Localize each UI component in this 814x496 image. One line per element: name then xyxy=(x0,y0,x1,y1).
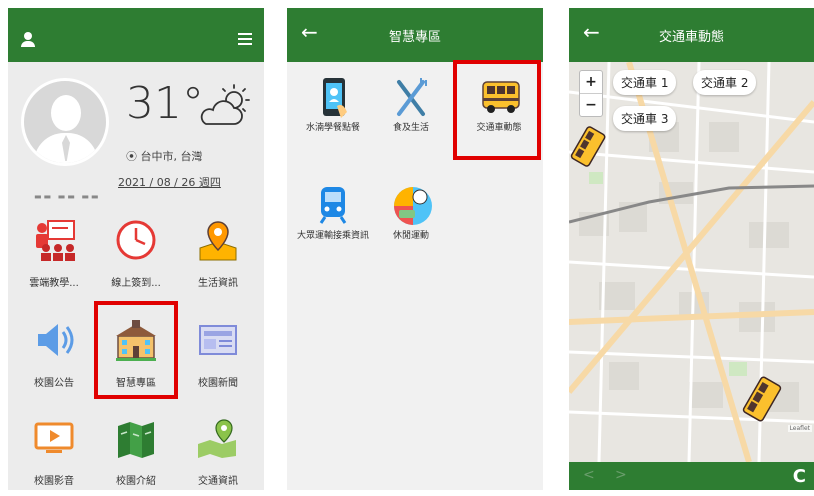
bus-marker-icon[interactable] xyxy=(569,124,609,170)
tile-public-transit[interactable]: 大眾運輸接乘資訊 xyxy=(297,184,369,242)
tile-food-life[interactable]: 食及生活 xyxy=(375,76,447,134)
tile-traffic-info[interactable]: 交通資訊 xyxy=(178,416,258,487)
map-bottom-bar: < > C xyxy=(569,462,814,490)
shuttle-header: ← 交通車動態 xyxy=(569,8,814,62)
tile-cloud-teaching[interactable]: 雲端教學... xyxy=(14,218,94,289)
smart-zone-header: ← 智慧專區 xyxy=(287,8,543,62)
refresh-icon[interactable]: C xyxy=(793,466,806,487)
avatar[interactable] xyxy=(21,78,109,166)
tile-label: 校園影音 xyxy=(34,476,74,487)
tile-online-signin[interactable]: 線上簽到... xyxy=(96,218,176,289)
tile-label: 休閒運動 xyxy=(392,231,429,241)
clock-icon xyxy=(114,218,158,262)
tile-label: 水湳學餐點餐 xyxy=(305,123,360,133)
shuttle-map-screen: ← 交通車動態 Leaflet + − 交通車 1 交通車 2 交通車 3 < … xyxy=(569,8,814,490)
map-attribution[interactable]: Leaflet xyxy=(787,425,812,432)
bus-marker-icon[interactable] xyxy=(739,374,785,424)
prev-arrow-icon[interactable]: < xyxy=(583,467,595,483)
date-text: 2021 / 08 / 26 週四 xyxy=(118,176,221,189)
home-header xyxy=(8,8,264,62)
zoom-control: + − xyxy=(579,70,603,117)
map-view[interactable]: Leaflet xyxy=(569,62,814,462)
page-title: 交通車動態 xyxy=(658,30,724,45)
tile-campus-news[interactable]: 校園新聞 xyxy=(178,318,258,389)
location-pin-icon: ⦿ xyxy=(126,150,141,163)
zoom-in-button[interactable]: + xyxy=(580,71,602,93)
bus-2-button[interactable]: 交通車 2 xyxy=(693,70,757,95)
temperature: 31° xyxy=(126,78,204,129)
highlight-box xyxy=(94,301,178,399)
zoom-out-button[interactable]: − xyxy=(580,94,602,116)
fork-knife-icon xyxy=(391,76,431,116)
classroom-icon xyxy=(32,218,76,262)
page-title: 智慧專區 xyxy=(388,30,441,45)
next-arrow-icon[interactable]: > xyxy=(615,467,627,483)
newspaper-icon xyxy=(196,318,240,362)
bus-1-button[interactable]: 交通車 1 xyxy=(613,70,677,95)
brochure-icon xyxy=(114,416,158,460)
divider: ▬▬ ▬▬ ▬▬ xyxy=(34,192,101,201)
tile-label: 校園公告 xyxy=(34,378,74,389)
tile-label: 校園介紹 xyxy=(116,476,156,487)
phone-order-icon xyxy=(313,76,353,118)
user-icon[interactable] xyxy=(20,32,36,48)
tile-cafeteria-order[interactable]: 水湳學餐點餐 xyxy=(297,76,369,134)
highlight-box xyxy=(453,60,541,160)
tile-label: 雲端教學... xyxy=(29,278,79,289)
partly-cloudy-icon xyxy=(200,84,250,125)
speaker-icon xyxy=(32,318,76,362)
tile-label: 線上簽到... xyxy=(111,278,161,289)
tile-label: 食及生活 xyxy=(392,123,429,133)
tile-life-info[interactable]: 生活資訊 xyxy=(178,218,258,289)
hamburger-menu-icon[interactable] xyxy=(238,33,252,45)
smart-zone-screen: ← 智慧專區 水湳學餐點餐 食及生活 交通車動態 大眾運輸接乘資訊 休閒運動 xyxy=(287,8,543,490)
map-location-icon xyxy=(196,416,240,460)
tile-label: 交通資訊 xyxy=(198,476,238,487)
metro-icon xyxy=(313,184,353,224)
video-icon xyxy=(32,416,76,460)
location-text: ⦿ 台中市, 台灣 xyxy=(126,150,203,163)
tile-campus-video[interactable]: 校園影音 xyxy=(14,416,94,487)
tile-campus-announcement[interactable]: 校園公告 xyxy=(14,318,94,389)
tile-label: 生活資訊 xyxy=(198,278,238,289)
bus-3-button[interactable]: 交通車 3 xyxy=(613,106,677,131)
home-screen: 31° ⦿ 台中市, 台灣 2021 / 08 / 26 週四 ▬▬ ▬▬ ▬▬ xyxy=(8,8,264,490)
tile-leisure-sports[interactable]: 休閒運動 xyxy=(375,184,447,242)
sports-ball-icon xyxy=(391,184,432,225)
tile-campus-intro[interactable]: 校園介紹 xyxy=(96,416,176,487)
map-pin-icon xyxy=(196,218,240,262)
tile-label: 大眾運輸接乘資訊 xyxy=(297,231,370,241)
tile-label: 校園新聞 xyxy=(198,378,238,389)
